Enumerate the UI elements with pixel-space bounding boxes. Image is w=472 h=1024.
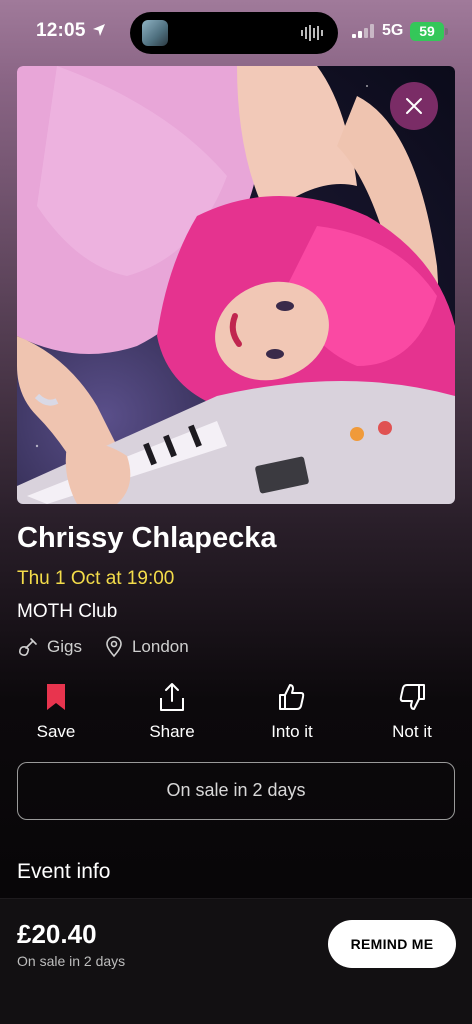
- share-button[interactable]: Share: [122, 680, 222, 742]
- event-meta: Gigs London: [17, 636, 189, 658]
- dynamic-island[interactable]: [130, 12, 338, 54]
- remind-me-button[interactable]: REMIND ME: [328, 920, 456, 968]
- event-info-heading: Event info: [17, 860, 111, 883]
- event-artwork: [17, 66, 455, 504]
- bookmark-icon: [47, 684, 65, 710]
- save-button[interactable]: Save: [6, 680, 106, 742]
- now-playing-thumbnail: [142, 20, 168, 46]
- not-it-button[interactable]: Not it: [362, 680, 462, 742]
- thumbs-down-icon: [399, 684, 425, 710]
- on-sale-status-button[interactable]: On sale in 2 days: [17, 762, 455, 820]
- event-screen: 12:05 5G 59 Chrissy Chlapecka Thu 1 Oct …: [0, 0, 472, 1024]
- event-location[interactable]: London: [132, 637, 189, 657]
- battery-tip: [445, 28, 448, 35]
- battery-indicator: 59: [410, 22, 444, 41]
- event-category[interactable]: Gigs: [47, 637, 82, 657]
- event-datetime: Thu 1 Oct at 19:00: [17, 568, 175, 589]
- guitar-icon: [19, 638, 37, 656]
- action-bar: Save Share Into it Not it: [0, 680, 472, 750]
- ticket-price: £20.40: [17, 919, 97, 949]
- sale-status-text: On sale in 2 days: [17, 953, 126, 969]
- status-time: 12:05: [36, 20, 86, 41]
- share-icon: [160, 683, 184, 711]
- location-arrow-icon: [93, 24, 105, 36]
- audio-wave-icon: [301, 25, 323, 41]
- into-it-button[interactable]: Into it: [242, 680, 342, 742]
- into-it-label: Into it: [271, 722, 313, 741]
- network-type: 5G: [382, 22, 404, 39]
- save-label: Save: [36, 722, 76, 741]
- thumbs-up-icon: [279, 684, 305, 710]
- location-pin-icon: [106, 636, 122, 658]
- close-button[interactable]: [390, 82, 438, 130]
- event-title: Chrissy Chlapecka: [17, 522, 277, 554]
- purchase-footer: £20.40 On sale in 2 days REMIND ME: [0, 898, 472, 1024]
- event-venue[interactable]: MOTH Club: [17, 601, 117, 623]
- not-it-label: Not it: [392, 722, 432, 741]
- cellular-signal-icon: [352, 24, 374, 38]
- artwork-illustration: [17, 66, 455, 504]
- close-icon: [406, 98, 422, 114]
- status-bar: 12:05 5G 59: [0, 0, 472, 64]
- share-label: Share: [149, 722, 195, 741]
